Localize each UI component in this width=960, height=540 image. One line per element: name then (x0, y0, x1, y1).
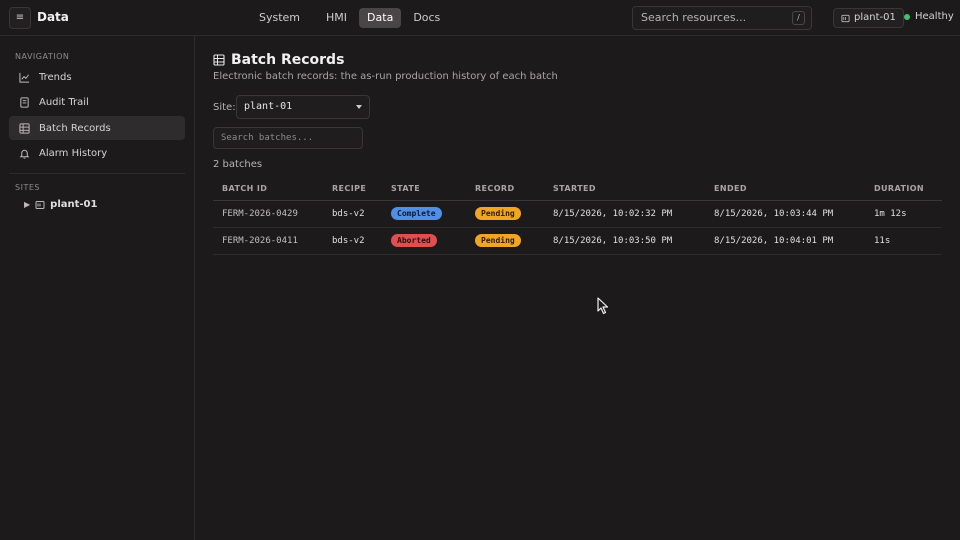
mouse-cursor-icon (597, 297, 609, 315)
top-bar: ≡ Data System HMI Data Docs Search resou… (0, 0, 960, 36)
bell-icon (18, 147, 30, 159)
navigation-section-label: NAVIGATION (15, 52, 70, 61)
state-cell: Aborted (382, 227, 466, 255)
search-shortcut-key: / (792, 11, 805, 25)
sidebar-item-label: Alarm History (39, 147, 108, 159)
column-header-ended[interactable]: ENDED (705, 177, 865, 201)
duration-cell: 1m 12s (865, 200, 942, 228)
duration-cell: 11s (865, 227, 942, 255)
hamburger-icon: ≡ (15, 12, 25, 23)
batch-id-cell[interactable]: FERM-2026-0411 (213, 227, 323, 255)
page-subtitle: Electronic batch records: the as-run pro… (213, 71, 558, 82)
table-row[interactable]: FERM-2026-0411 bds-v2 Aborted Pending 8/… (213, 227, 942, 255)
recipe-cell: bds-v2 (323, 200, 382, 228)
sidebar-item-alarm-history[interactable]: Alarm History (9, 141, 185, 165)
column-header-record[interactable]: RECORD (466, 177, 544, 201)
search-placeholder: Search resources... (641, 11, 747, 24)
site-chip-label: plant-01 (854, 12, 896, 23)
status-dot-icon (904, 13, 910, 20)
column-header-batch-id[interactable]: BATCH ID (213, 177, 323, 201)
batch-table: BATCH ID RECIPE STATE RECORD STARTED END… (213, 177, 942, 255)
nav-hmi[interactable]: HMI (318, 8, 355, 28)
ended-cell: 8/15/2026, 10:03:44 PM (705, 200, 865, 228)
server-icon (841, 14, 850, 22)
record-badge: Pending (475, 207, 521, 220)
sites-section-label: SITES (15, 183, 40, 192)
nav-docs[interactable]: Docs (405, 8, 448, 28)
nav-system[interactable]: System (251, 8, 308, 28)
line-chart-icon (18, 71, 30, 83)
column-header-recipe[interactable]: RECIPE (323, 177, 382, 201)
table-header-row: BATCH ID RECIPE STATE RECORD STARTED END… (213, 177, 942, 201)
sidebar-item-audit-trail[interactable]: Audit Trail (9, 90, 185, 114)
document-icon (18, 96, 30, 108)
recipe-cell: bds-v2 (323, 227, 382, 255)
sidebar-item-label: Audit Trail (39, 96, 89, 108)
site-select[interactable]: plant-01 (236, 95, 370, 119)
site-chip[interactable]: plant-01 (833, 8, 904, 28)
column-header-started[interactable]: STARTED (544, 177, 705, 201)
batch-search-input[interactable] (213, 127, 363, 149)
site-select-value: plant-01 (244, 101, 293, 112)
grid-icon (213, 54, 225, 66)
page-title: Batch Records (213, 52, 344, 68)
record-cell: Pending (466, 227, 544, 255)
sidebar-item-trends[interactable]: Trends (9, 65, 185, 89)
sidebar: NAVIGATION Trends Audit Trail Batch Reco… (0, 36, 195, 540)
health-status: Healthy (904, 11, 954, 22)
resource-search-input[interactable]: Search resources... / (632, 6, 812, 30)
record-badge: Pending (475, 234, 521, 247)
started-cell: 8/15/2026, 10:03:50 PM (544, 227, 705, 255)
state-badge: Aborted (391, 234, 437, 247)
record-cell: Pending (466, 200, 544, 228)
batch-id-cell[interactable]: FERM-2026-0429 (213, 200, 323, 228)
sidebar-item-label: Batch Records (39, 122, 111, 134)
site-tree-item[interactable]: ▶ plant-01 (24, 199, 97, 210)
batch-count: 2 batches (213, 159, 263, 170)
page-title-text: Batch Records (231, 52, 345, 68)
site-filter-label: Site: (213, 102, 236, 113)
sidebar-item-label: Trends (39, 71, 72, 83)
grid-icon (18, 122, 30, 134)
state-cell: Complete (382, 200, 466, 228)
server-icon (35, 200, 45, 209)
caret-down-icon (356, 105, 362, 109)
top-nav: System HMI Data Docs (251, 8, 448, 28)
state-badge: Complete (391, 207, 442, 220)
app-title: Data (37, 10, 69, 24)
health-label: Healthy (915, 11, 954, 22)
column-header-duration[interactable]: DURATION (865, 177, 942, 201)
table-row[interactable]: FERM-2026-0429 bds-v2 Complete Pending 8… (213, 200, 942, 228)
ended-cell: 8/15/2026, 10:04:01 PM (705, 227, 865, 255)
sidebar-item-batch-records[interactable]: Batch Records (9, 116, 185, 140)
nav-data[interactable]: Data (359, 8, 402, 28)
started-cell: 8/15/2026, 10:02:32 PM (544, 200, 705, 228)
sidebar-divider (9, 173, 185, 174)
site-tree-label: plant-01 (50, 199, 98, 210)
chevron-right-icon[interactable]: ▶ (24, 200, 30, 209)
menu-button[interactable]: ≡ (9, 7, 31, 29)
column-header-state[interactable]: STATE (382, 177, 466, 201)
